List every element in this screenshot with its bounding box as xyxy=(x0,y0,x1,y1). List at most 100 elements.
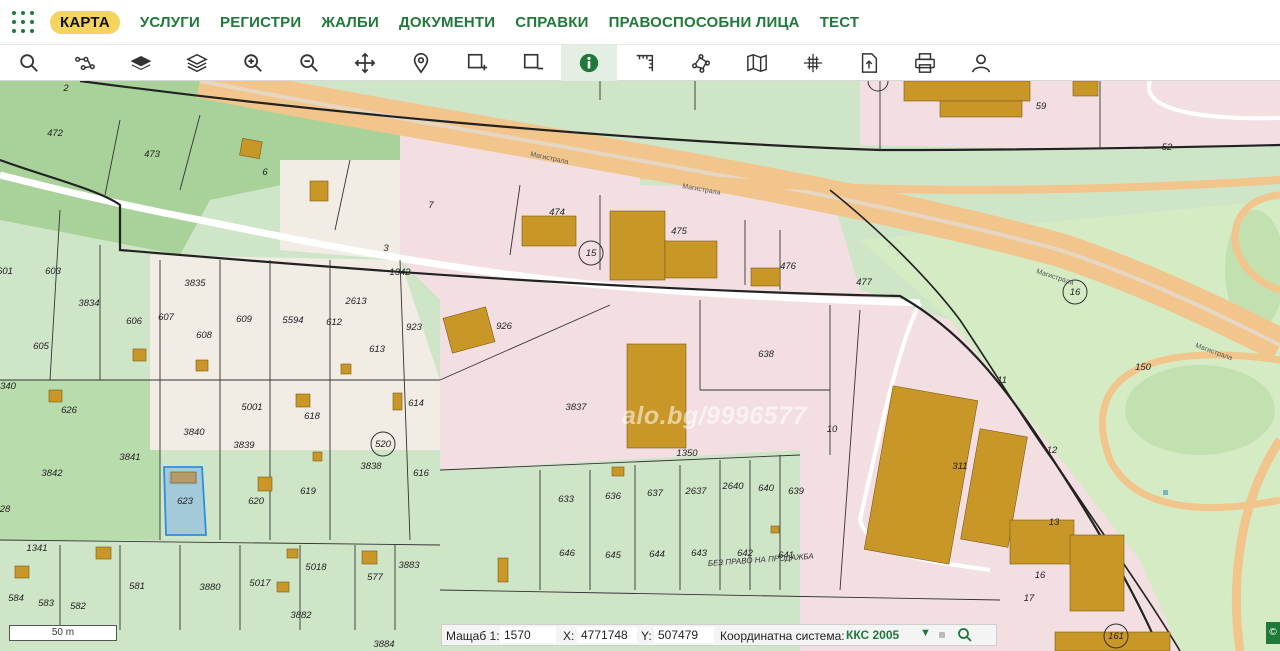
remove-rectangle-icon xyxy=(523,53,544,70)
layer-tool-button[interactable] xyxy=(113,45,169,81)
info-button[interactable] xyxy=(561,45,617,81)
parcel-label: 619 xyxy=(300,486,317,497)
y-coordinate-value: 507479 xyxy=(654,627,714,643)
parcel-label: 1342 xyxy=(389,267,411,278)
x-label: X: xyxy=(563,629,575,643)
parcel-label: 161 xyxy=(1108,631,1124,642)
nav-item-karta[interactable]: КАРТА xyxy=(50,10,120,34)
nav-item-uslugi[interactable]: УСЛУГИ xyxy=(140,14,200,31)
add-rectangle-button[interactable] xyxy=(449,45,505,81)
network-tool-button[interactable] xyxy=(57,45,113,81)
parcel-label: 52 xyxy=(1162,142,1173,153)
parcel-label: 614 xyxy=(408,398,424,409)
y-label: Y: xyxy=(641,629,652,643)
parcel-label: 603 xyxy=(45,266,62,277)
parcel-label: 5018 xyxy=(305,562,327,573)
parcel-label: 584 xyxy=(8,593,24,604)
top-navigation: КАРТА УСЛУГИ РЕГИСТРИ ЖАЛБИ ДОКУМЕНТИ СП… xyxy=(0,0,1280,44)
location-button[interactable] xyxy=(393,45,449,81)
parcel-label: 606 xyxy=(126,316,143,327)
location-pin-icon xyxy=(413,53,429,74)
parcel-label: 59 xyxy=(1036,101,1047,112)
pan-button[interactable] xyxy=(337,45,393,81)
x-coordinate-value: 4771748 xyxy=(577,627,637,643)
parcel-label: 605 xyxy=(33,341,50,352)
parcel-label: 3 xyxy=(383,243,389,254)
search-icon[interactable] xyxy=(955,626,975,644)
parcel-label: 475 xyxy=(671,226,688,237)
parcel-label: 3842 xyxy=(41,468,63,479)
nodes-button[interactable] xyxy=(673,45,729,81)
parcel-label: 3882 xyxy=(290,610,312,621)
user-button[interactable] xyxy=(953,45,1009,81)
parcel-label: 16 xyxy=(1070,287,1081,298)
parcel-label: 7 xyxy=(428,200,434,211)
parcel-label: 1341 xyxy=(26,543,47,554)
coordinate-bar: Мащаб 1: 1570 X: 4771748 Y: 507479 Коорд… xyxy=(441,624,997,646)
nav-item-zhalbi[interactable]: ЖАЛБИ xyxy=(321,14,379,31)
layers-tool-button[interactable] xyxy=(169,45,225,81)
parcel-label: 3883 xyxy=(398,560,420,571)
parcel-label: 582 xyxy=(70,601,87,612)
zoom-out-button[interactable] xyxy=(281,45,337,81)
measure-button[interactable] xyxy=(617,45,673,81)
scale-bar: 50 m xyxy=(9,625,117,641)
parcel-label: 472 xyxy=(47,128,64,139)
parcel-label: 620 xyxy=(248,496,265,507)
parcel-label: 612 xyxy=(326,317,343,328)
parcel-label: 609 xyxy=(236,314,253,325)
parcel-label: 476 xyxy=(780,261,797,272)
parcel-label: 644 xyxy=(649,549,665,560)
parcel-label: 12 xyxy=(1047,445,1058,456)
scale-input[interactable]: 1570 xyxy=(500,627,556,643)
parcel-label: 643 xyxy=(691,548,708,559)
nav-item-test[interactable]: ТЕСТ xyxy=(820,14,860,31)
nav-item-spravki[interactable]: СПРАВКИ xyxy=(515,14,588,31)
parcel-label: 3884 xyxy=(373,639,394,650)
parcel-label: 607 xyxy=(158,312,175,323)
parcel-label: 645 xyxy=(605,550,622,561)
nav-item-pravosposobni-litsa[interactable]: ПРАВОСПОСОБНИ ЛИЦА xyxy=(609,14,800,31)
apps-grid-icon[interactable] xyxy=(12,11,34,33)
search-tool-button[interactable] xyxy=(1,45,57,81)
print-icon xyxy=(915,53,935,73)
print-button[interactable] xyxy=(897,45,953,81)
selected-parcel-building xyxy=(170,471,197,484)
add-rectangle-icon xyxy=(467,53,488,71)
map-view-button[interactable] xyxy=(729,45,785,81)
parcel-label: 608 xyxy=(196,330,213,341)
chevron-down-icon[interactable]: ▼ xyxy=(920,627,931,639)
parcel-label: 583 xyxy=(38,598,55,609)
pan-icon xyxy=(354,52,376,74)
crs-status-icon xyxy=(939,632,945,638)
parcel-label: 638 xyxy=(758,349,775,360)
parcel-label: 150 xyxy=(1135,362,1152,373)
parcel-label: 1350 xyxy=(676,448,698,459)
parcel-label: 473 xyxy=(144,149,161,160)
map-canvas[interactable]: 2 472 473 6 7 474 475 15 476 477 3 1342 … xyxy=(0,81,1280,651)
export-button[interactable] xyxy=(841,45,897,81)
parcel-label: 5594 xyxy=(282,315,303,326)
zoom-in-icon xyxy=(244,54,262,72)
nav-item-dokumenti[interactable]: ДОКУМЕНТИ xyxy=(399,14,495,31)
crs-select[interactable]: ККС 2005 xyxy=(846,628,899,642)
parcel-label: 474 xyxy=(549,207,565,218)
layer-icon xyxy=(130,55,152,71)
parcel-label: 601 xyxy=(0,266,13,277)
parcel-label: 3841 xyxy=(119,452,140,463)
map-toolbar xyxy=(0,44,1280,81)
parcel-label: 2613 xyxy=(344,296,367,307)
green-zone xyxy=(1125,365,1275,455)
parcel-label: 5017 xyxy=(249,578,271,589)
parcel-label: 640 xyxy=(758,483,775,494)
parcel-label: 581 xyxy=(129,581,145,592)
parcel-label: 3840 xyxy=(183,427,205,438)
parcel-label: 2 xyxy=(62,83,69,94)
parcel-label: 3880 xyxy=(199,582,221,593)
copyright-badge[interactable]: © xyxy=(1266,622,1280,644)
crosshair-button[interactable] xyxy=(785,45,841,81)
parcel-label: 311 xyxy=(952,461,967,472)
zoom-in-button[interactable] xyxy=(225,45,281,81)
remove-rectangle-button[interactable] xyxy=(505,45,561,81)
nav-item-registri[interactable]: РЕГИСТРИ xyxy=(220,14,301,31)
